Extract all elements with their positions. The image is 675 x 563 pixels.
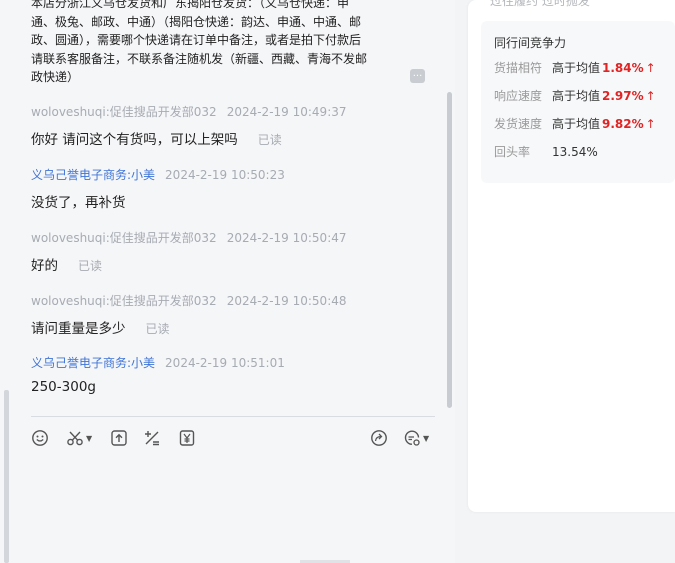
input-divider [31,416,435,417]
metric-row: 响应速度 高于均值 2.97% ↑ [494,87,656,104]
left-scrollbar[interactable] [4,390,9,563]
message: woloveshuqi:促佳搜品开发部032 2024-2-19 10:50:48… [31,292,347,337]
message-text: 好的 [31,258,58,274]
chat-scrollbar[interactable] [447,92,452,408]
share-icon [371,430,387,446]
message-time: 2024-2-19 10:51:01 [165,356,285,370]
chat-pane: 本店分浙江义乌仓发货和广东揭阳仓发货：（义乌仓快递：申通、极兔、邮政、中通）（揭… [0,0,455,563]
chevron-down-icon: ▼ [86,433,93,443]
message-time: 2024-2-19 10:49:37 [226,105,347,119]
metric-label: 回头率 [494,145,531,159]
upload-icon [111,430,127,446]
input-toolbar: ▼ ▼ [31,428,435,450]
message: 义乌己誉电子商务:小美 2024-2-19 10:51:01 250-300g [31,354,285,395]
message-body: 没货了，再补货 [31,191,285,211]
message-meta: woloveshuqi:促佳搜品开发部032 2024-2-19 10:49:37 [31,103,347,120]
quick-reply-button[interactable]: ▼ [403,428,429,448]
app-root: 本店分浙江义乌仓发货和广东揭阳仓发货：（义乌仓快递：申通、极兔、邮政、中通）（揭… [0,0,675,563]
metric-row: 回头率 13.54% [494,143,598,160]
message-time: 2024-2-19 10:50:47 [226,231,347,245]
emoji-icon [32,430,48,446]
metric-value: 高于均值 [552,61,601,75]
calculator-icon [145,431,159,446]
competitiveness-card: 同行间竞争力 货描相符 高于均值 1.84% ↑ 响应速度 高于均值 2.97% ↑ 发货速… [481,21,675,183]
screenshot-button[interactable]: ▼ [66,428,92,448]
message: woloveshuqi:促佳搜品开发部032 2024-2-19 10:50:47… [31,229,347,274]
message-meta: 义乌己誉电子商务:小美 2024-2-19 10:51:01 [31,354,285,371]
message-body: 250-300g [31,379,285,395]
message-body: 好的 已读 [31,254,347,274]
share-button[interactable] [370,428,388,448]
message-text: 250-300g [31,379,96,395]
message-text: 请问重量是多少 [31,321,126,337]
arrow-up-icon: ↑ [645,61,656,75]
right-panel-header: 过往履约 过时抛发 [490,0,590,8]
metric-value: 13.54% [552,145,598,159]
arrow-up-icon: ↑ [645,117,656,131]
read-status: 已读 [257,133,282,147]
metric-percent: 2.97% [602,89,644,103]
message-body: 请问重量是多少 已读 [31,317,347,337]
metric-percent: 1.84% [602,61,644,75]
message-sender[interactable]: 义乌己誉电子商务:小美 [31,356,155,370]
metric-percent: 9.82% [602,117,644,131]
message: woloveshuqi:促佳搜品开发部032 2024-2-19 10:49:37… [31,103,347,148]
upload-button[interactable] [110,428,128,448]
metric-value: 高于均值 [552,89,601,103]
message-sender[interactable]: woloveshuqi:促佳搜品开发部032 [31,231,217,245]
chevron-down-icon: ▼ [423,433,430,443]
message-meta: woloveshuqi:促佳搜品开发部032 2024-2-19 10:50:48 [31,292,347,309]
more-icon[interactable]: ... [410,69,425,83]
card-title: 同行间竞争力 [494,36,567,50]
quick-reply-icon [404,430,420,446]
metric-label: 货描相符 [494,61,543,75]
arrow-up-icon: ↑ [645,89,656,103]
message-sender[interactable]: woloveshuqi:促佳搜品开发部032 [31,294,217,308]
shop-notice: 本店分浙江义乌仓发货和广东揭阳仓发货：（义乌仓快递：申通、极兔、邮政、中通）（揭… [31,0,368,84]
metric-label: 响应速度 [494,89,543,103]
metric-row: 发货速度 高于均值 9.82% ↑ [494,115,656,132]
message: 义乌己誉电子商务:小美 2024-2-19 10:50:23 没货了，再补货 [31,166,285,211]
message-meta: woloveshuqi:促佳搜品开发部032 2024-2-19 10:50:47 [31,229,347,246]
message-sender[interactable]: 义乌己誉电子商务:小美 [31,168,155,182]
emoji-button[interactable] [31,428,49,448]
message-time: 2024-2-19 10:50:23 [165,168,285,182]
message-body: 你好 请问这个有货吗，可以上架吗 已读 [31,128,347,148]
read-status: 已读 [145,322,170,336]
message-text: 没货了，再补货 [31,195,126,211]
read-status: 已读 [78,259,103,273]
price-button[interactable] [178,428,196,448]
metric-value: 高于均值 [552,117,601,131]
scissors-icon [67,431,83,446]
message-sender[interactable]: woloveshuqi:促佳搜品开发部032 [31,105,217,119]
yen-icon [179,430,195,446]
message-time: 2024-2-19 10:50:48 [226,294,347,308]
message-meta: 义乌己誉电子商务:小美 2024-2-19 10:50:23 [31,166,285,183]
message-text: 你好 请问这个有货吗，可以上架吗 [31,132,238,148]
metric-row: 货描相符 高于均值 1.84% ↑ [494,59,656,76]
calculator-button[interactable] [143,428,161,448]
metric-label: 发货速度 [494,117,543,131]
